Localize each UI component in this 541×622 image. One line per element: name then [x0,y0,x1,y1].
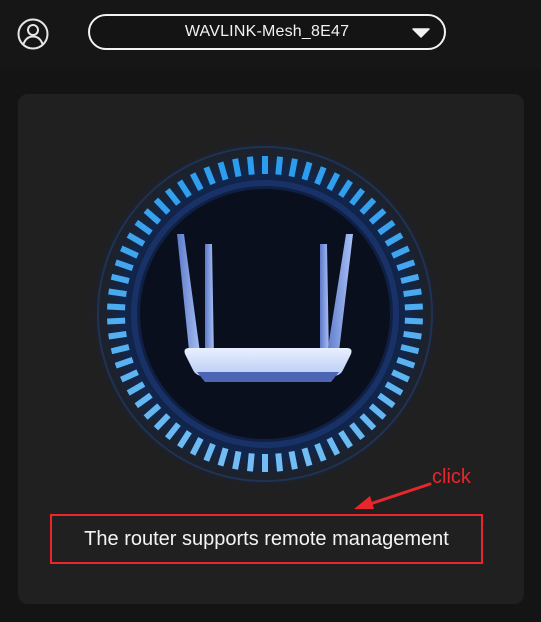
signal-tick [110,344,130,355]
signal-tick [400,273,420,284]
signal-tick [108,330,127,340]
click-annotation-label: click [432,466,471,488]
signal-tick [404,317,423,325]
signal-tick [404,303,423,311]
signal-tick [275,453,284,472]
arrow-icon [350,478,434,514]
signal-tick [246,453,255,472]
network-name: WAVLINK-Mesh_8E47 [184,23,350,40]
signal-tick [403,330,422,340]
router-status-graphic [85,134,445,494]
user-circle-icon [17,18,49,50]
account-button[interactable] [16,17,50,51]
router-status-card: The router supports remote management [18,94,524,604]
signal-tick [400,344,420,355]
network-selector[interactable]: WAVLINK-Mesh_8E47 [88,14,446,50]
signal-tick [107,317,126,325]
top-bar: WAVLINK-Mesh_8E47 [0,0,541,68]
signal-tick [275,156,284,175]
signal-tick [107,303,126,311]
router-body [184,348,352,376]
signal-tick [110,273,130,284]
router-base [197,372,339,382]
signal-tick [288,158,298,178]
signal-tick [232,450,242,470]
ring-center [140,189,390,439]
signal-tick [288,450,298,470]
app-screen: WAVLINK-Mesh_8E47 The router supports re… [0,0,541,622]
signal-tick [232,158,242,178]
remote-management-text: The router supports remote management [84,527,449,550]
caret-down-icon [412,28,430,38]
signal-tick [246,156,255,175]
signal-tick [403,288,422,298]
remote-management-button[interactable]: The router supports remote management [50,514,483,564]
signal-tick [108,288,127,298]
